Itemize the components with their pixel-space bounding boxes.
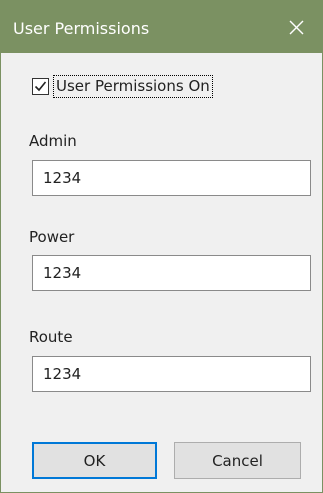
user-permissions-dialog: User Permissions User Permissions On Adm… [0,0,323,493]
route-label: Route [29,328,73,346]
admin-password-field[interactable] [32,160,311,196]
close-button[interactable] [270,1,322,53]
close-icon [289,20,304,35]
title-bar[interactable]: User Permissions [1,1,322,53]
power-password-field[interactable] [32,255,311,291]
admin-label: Admin [29,132,77,150]
user-permissions-checkbox[interactable] [32,78,49,95]
route-password-field[interactable] [32,356,311,392]
window-title: User Permissions [13,19,150,38]
user-permissions-checkbox-label[interactable]: User Permissions On [53,75,213,98]
ok-button[interactable]: OK [32,442,157,479]
power-label: Power [29,228,75,246]
cancel-button[interactable]: Cancel [174,442,301,479]
checkmark-icon [34,81,47,92]
